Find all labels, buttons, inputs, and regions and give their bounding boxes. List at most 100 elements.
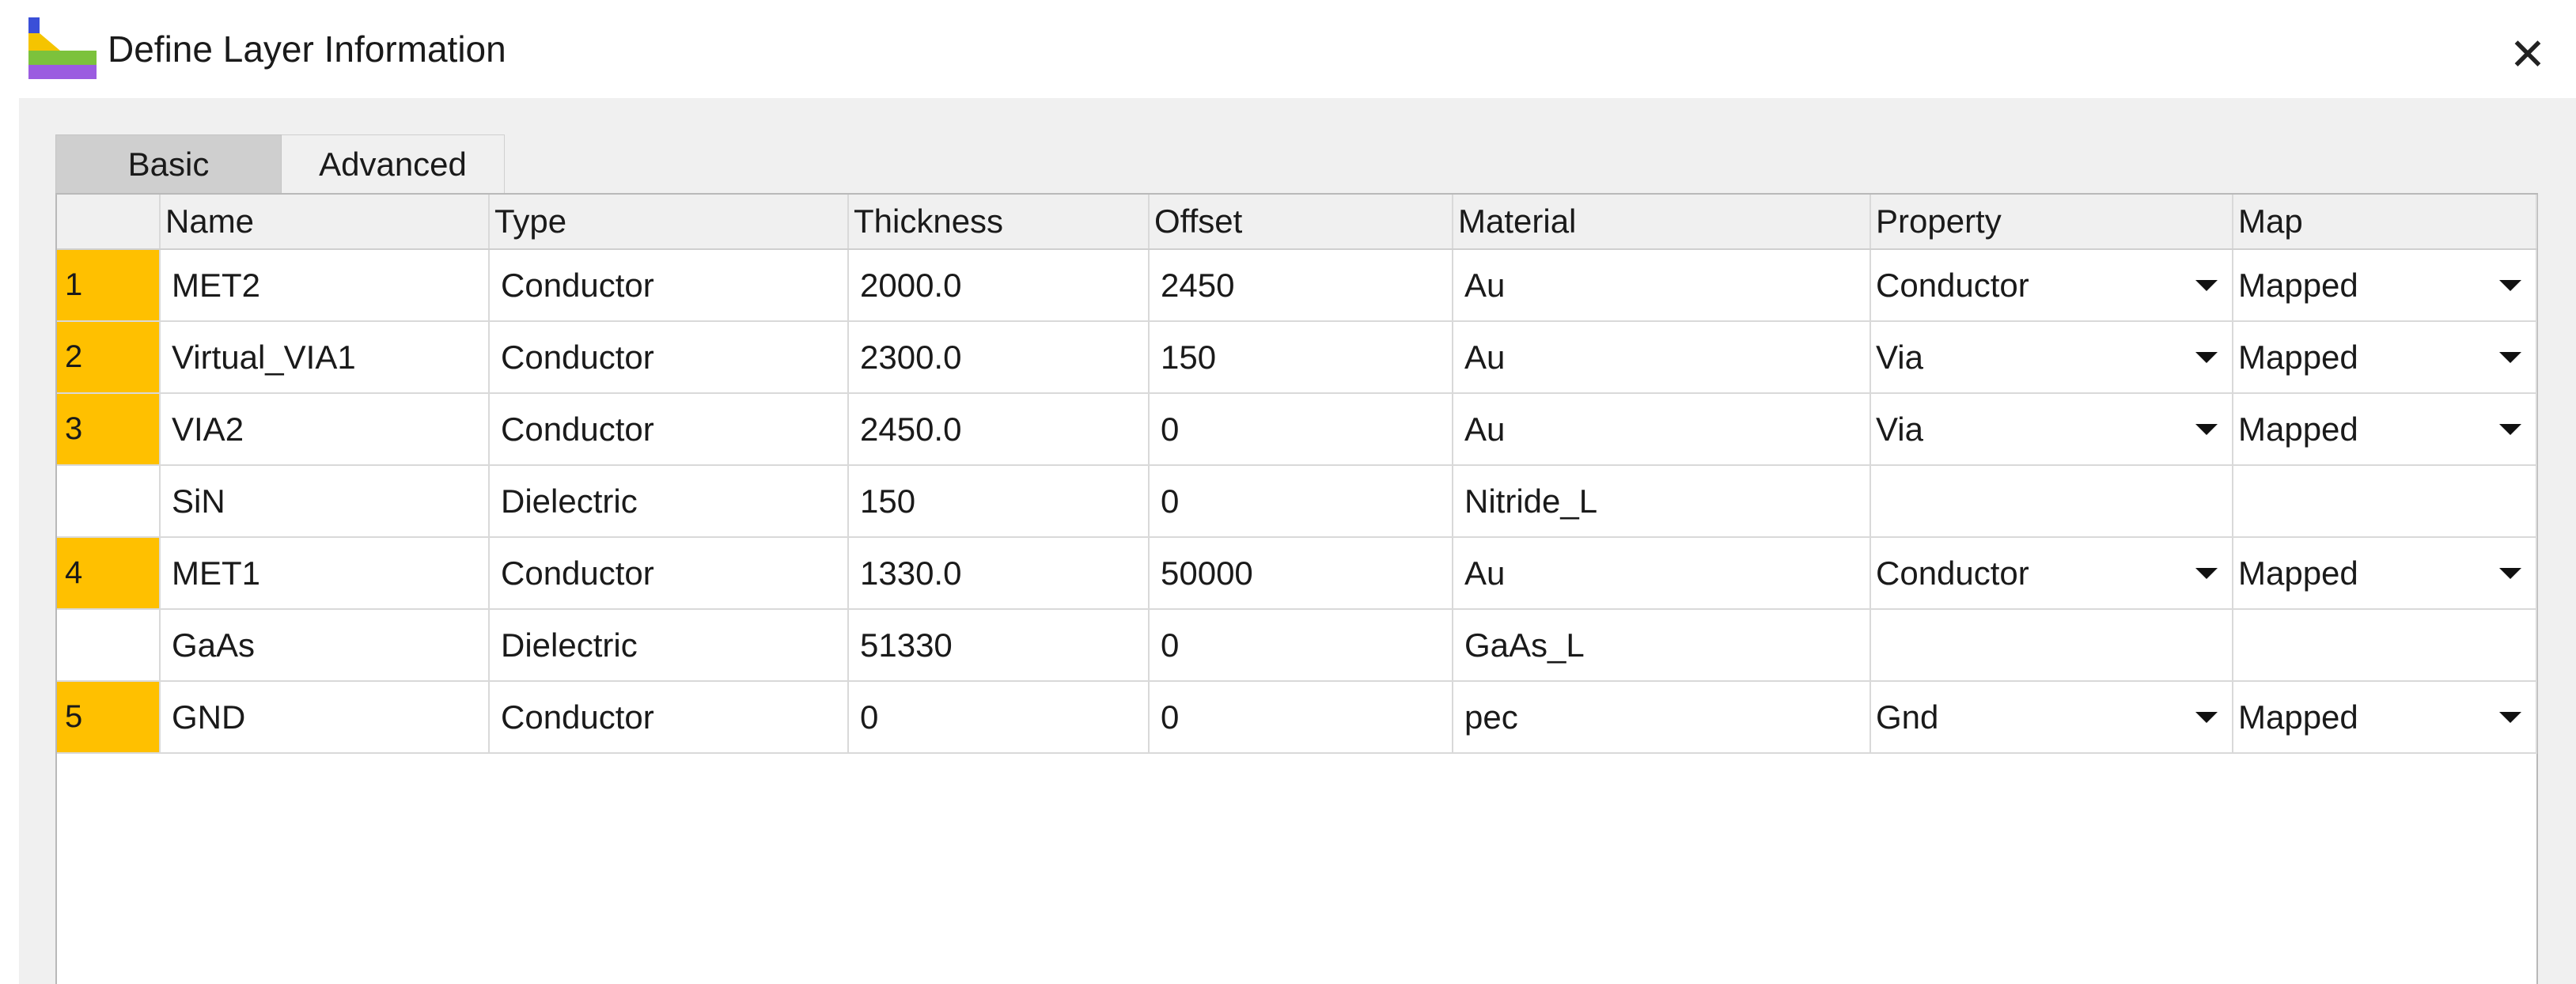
cell-thickness[interactable]: 2450.0 [848,393,1150,466]
property-dropdown[interactable]: Conductor [1870,537,2233,610]
table-row[interactable]: 5 GND Conductor 0 0 pec Gnd Mapped [57,681,2537,754]
chevron-down-icon [2499,351,2521,363]
property-dropdown[interactable]: Conductor [1870,249,2233,322]
cell-offset[interactable]: 0 [1149,393,1453,466]
cell-material[interactable]: Au [1453,393,1871,466]
cell-property[interactable] [1870,609,2233,682]
row-number[interactable]: 3 [57,393,161,466]
cell-offset[interactable]: 0 [1149,609,1453,682]
cell-type[interactable]: Conductor [489,249,849,322]
map-dropdown[interactable]: Mapped [2233,393,2537,466]
column-header-map[interactable]: Map [2233,195,2537,250]
cell-thickness[interactable]: 150 [848,465,1150,538]
cell-type[interactable]: Conductor [489,681,849,754]
column-header-offset[interactable]: Offset [1149,195,1453,250]
table-row[interactable]: SiN Dielectric 150 0 Nitride_L [57,465,2537,538]
table-row[interactable]: 2 Virtual_VIA1 Conductor 2300.0 150 Au V… [57,321,2537,394]
cell-material[interactable]: Nitride_L [1453,465,1871,538]
row-number[interactable]: 1 [57,249,161,322]
table-row[interactable]: 4 MET1 Conductor 1330.0 50000 Au Conduct… [57,537,2537,610]
map-dropdown[interactable]: Mapped [2233,537,2537,610]
dropdown-value: Mapped [2238,266,2358,304]
cell-thickness[interactable]: 2300.0 [848,321,1150,394]
cell-name[interactable]: VIA2 [160,393,490,466]
column-header-thickness[interactable]: Thickness [848,195,1150,250]
tab-basic[interactable]: Basic [55,134,282,193]
dropdown-value: Mapped [2238,410,2358,448]
chevron-down-icon [2195,279,2218,291]
row-number[interactable]: 5 [57,681,161,754]
chevron-down-icon [2195,423,2218,435]
dropdown-value: Mapped [2238,338,2358,376]
cell-material[interactable]: pec [1453,681,1871,754]
cell-name[interactable]: MET1 [160,537,490,610]
cell-thickness[interactable]: 2000.0 [848,249,1150,322]
cell-map[interactable] [2233,609,2537,682]
title-bar: Define Layer Information ✕ [0,0,2576,98]
cell-name[interactable]: MET2 [160,249,490,322]
window-title: Define Layer Information [108,28,506,70]
chevron-down-icon [2499,711,2521,723]
column-header-material[interactable]: Material [1453,195,1871,250]
chevron-down-icon [2195,351,2218,363]
table-row[interactable]: 1 MET2 Conductor 2000.0 2450 Au Conducto… [57,249,2537,322]
cell-offset[interactable]: 150 [1149,321,1453,394]
column-header-type[interactable]: Type [489,195,849,250]
cell-offset[interactable]: 50000 [1149,537,1453,610]
cell-type[interactable]: Dielectric [489,609,849,682]
cell-material[interactable]: Au [1453,249,1871,322]
cell-offset[interactable]: 0 [1149,465,1453,538]
column-header-property[interactable]: Property [1870,195,2233,250]
cell-offset[interactable]: 0 [1149,681,1453,754]
cell-name[interactable]: SiN [160,465,490,538]
cell-type[interactable]: Dielectric [489,465,849,538]
chevron-down-icon [2499,567,2521,579]
column-header-name[interactable]: Name [160,195,490,250]
chevron-down-icon [2195,567,2218,579]
dropdown-value: Mapped [2238,698,2358,736]
chevron-down-icon [2499,279,2521,291]
dropdown-value: Conductor [1876,554,2029,592]
dropdown-value: Conductor [1876,266,2029,304]
header-row: Name Type Thickness Offset Material Prop… [57,195,2537,250]
chevron-down-icon [2195,711,2218,723]
map-dropdown[interactable]: Mapped [2233,321,2537,394]
cell-name[interactable]: GND [160,681,490,754]
cell-offset[interactable]: 2450 [1149,249,1453,322]
cell-type[interactable]: Conductor [489,537,849,610]
map-dropdown[interactable]: Mapped [2233,249,2537,322]
cell-name[interactable]: GaAs [160,609,490,682]
cell-material[interactable]: Au [1453,321,1871,394]
cell-property[interactable] [1870,465,2233,538]
row-number[interactable] [57,465,161,538]
cell-name[interactable]: Virtual_VIA1 [160,321,490,394]
cell-material[interactable]: GaAs_L [1453,609,1871,682]
property-dropdown[interactable]: Gnd [1870,681,2233,754]
table-row[interactable]: 3 VIA2 Conductor 2450.0 0 Au Via Mapped [57,393,2537,466]
cell-map[interactable] [2233,465,2537,538]
property-dropdown[interactable]: Via [1870,321,2233,394]
dropdown-value: Mapped [2238,554,2358,592]
row-number[interactable]: 4 [57,537,161,610]
close-button[interactable]: ✕ [2500,28,2555,81]
dropdown-value: Gnd [1876,698,1939,736]
corner-header [57,195,161,250]
cell-thickness[interactable]: 1330.0 [848,537,1150,610]
cell-type[interactable]: Conductor [489,393,849,466]
cell-thickness[interactable]: 51330 [848,609,1150,682]
cell-thickness[interactable]: 0 [848,681,1150,754]
tab-advanced[interactable]: Advanced [282,134,505,193]
dropdown-value: Via [1876,338,1923,376]
cell-type[interactable]: Conductor [489,321,849,394]
property-dropdown[interactable]: Via [1870,393,2233,466]
dropdown-value: Via [1876,410,1923,448]
tab-strip: Basic Advanced [55,134,505,193]
row-number[interactable]: 2 [57,321,161,394]
cell-material[interactable]: Au [1453,537,1871,610]
table-row[interactable]: GaAs Dielectric 51330 0 GaAs_L [57,609,2537,682]
layer-stack-icon [28,17,97,79]
map-dropdown[interactable]: Mapped [2233,681,2537,754]
row-number[interactable] [57,609,161,682]
chevron-down-icon [2499,423,2521,435]
layer-table: Name Type Thickness Offset Material Prop… [55,193,2538,984]
